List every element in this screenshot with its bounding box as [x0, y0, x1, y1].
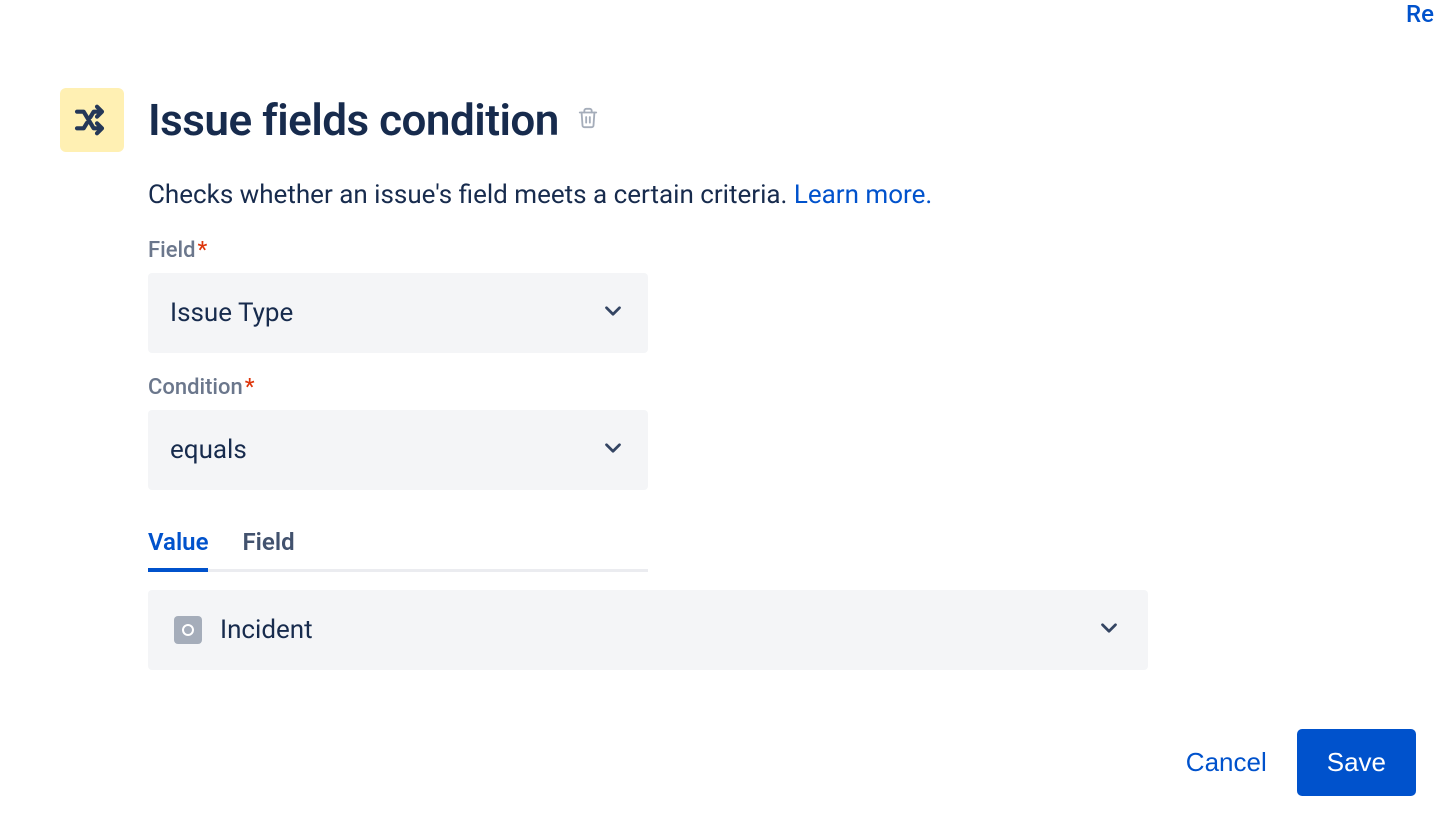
title-wrap: Issue fields condition — [148, 94, 599, 146]
condition-type-icon-box — [60, 88, 124, 152]
page-title: Issue fields condition — [148, 94, 559, 146]
main-container: Issue fields condition Checks whether an… — [0, 0, 1434, 670]
required-indicator: * — [198, 238, 208, 263]
footer-actions: Cancel Save — [1186, 729, 1416, 796]
field-form-group: Field* Issue Type — [148, 238, 1374, 353]
tab-field[interactable]: Field — [242, 528, 294, 572]
condition-label: Condition* — [148, 375, 1374, 400]
description: Checks whether an issue's field meets a … — [148, 180, 1374, 210]
tab-value[interactable]: Value — [148, 528, 208, 572]
top-right-partial-link[interactable]: Re — [1406, 0, 1434, 28]
save-button[interactable]: Save — [1297, 729, 1416, 796]
cancel-button[interactable]: Cancel — [1186, 747, 1267, 778]
field-select[interactable]: Issue Type — [148, 273, 648, 353]
header-row: Issue fields condition — [60, 88, 1374, 152]
learn-more-link[interactable]: Learn more. — [794, 180, 932, 210]
condition-select-value: equals — [170, 435, 247, 465]
field-select-value: Issue Type — [170, 298, 293, 328]
delete-icon[interactable] — [577, 106, 599, 134]
content-area: Checks whether an issue's field meets a … — [148, 180, 1374, 670]
shuffle-icon — [72, 100, 112, 140]
value-select-left: Incident — [174, 615, 313, 645]
field-label-text: Field — [148, 238, 196, 263]
chevron-down-icon — [1096, 615, 1122, 645]
field-label: Field* — [148, 238, 1374, 263]
condition-select[interactable]: equals — [148, 410, 648, 490]
condition-form-group: Condition* equals — [148, 375, 1374, 490]
issue-type-icon — [174, 616, 202, 644]
condition-label-text: Condition — [148, 375, 243, 400]
chevron-down-icon — [600, 298, 626, 328]
value-select[interactable]: Incident — [148, 590, 1148, 670]
tabs: Value Field — [148, 528, 648, 572]
description-text: Checks whether an issue's field meets a … — [148, 180, 794, 210]
chevron-down-icon — [600, 435, 626, 465]
value-select-text: Incident — [220, 615, 313, 645]
required-indicator: * — [245, 375, 255, 400]
